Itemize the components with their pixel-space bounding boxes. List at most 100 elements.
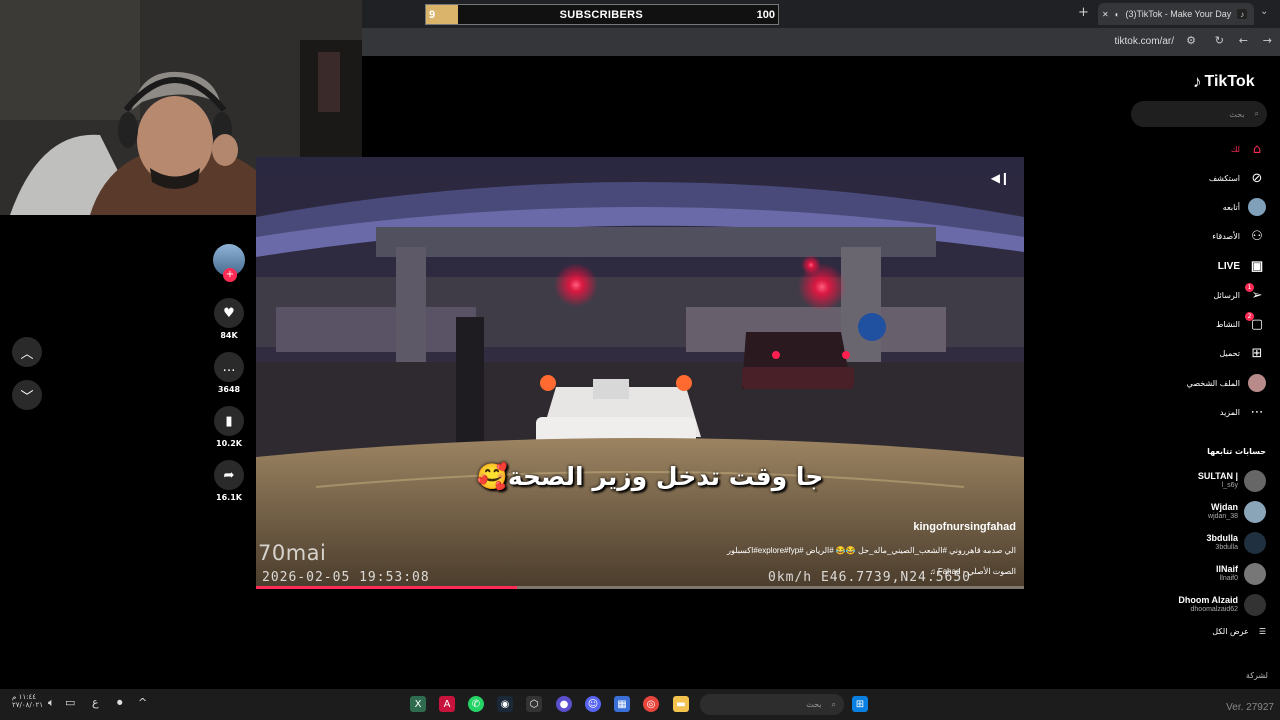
- app-a-icon[interactable]: A: [439, 696, 455, 712]
- next-video-button[interactable]: ﹀: [12, 380, 42, 410]
- tiktok-logo[interactable]: ♪ TikTok: [1193, 72, 1255, 92]
- reload-icon[interactable]: ↻: [1215, 34, 1224, 47]
- address-bar[interactable]: tiktok.com/ar/ ⚙ ↻ ← →: [362, 28, 1280, 56]
- chevron-up-icon: ︿: [20, 346, 34, 362]
- search-input[interactable]: بحث ⌕: [1131, 101, 1267, 127]
- account-handle: l_s6y: [1221, 482, 1238, 490]
- forward-icon[interactable]: →: [1263, 34, 1272, 47]
- see-all-button[interactable]: عرض الكل ☰: [1212, 627, 1266, 636]
- subscriber-goal-bar: 9 SUBSCRIBERS 100: [425, 4, 779, 25]
- tiktok-note-icon: ♪: [1193, 72, 1202, 91]
- company-link[interactable]: لشركة: [1246, 671, 1268, 680]
- following-section-title: حسابات تتابعها: [1207, 447, 1266, 456]
- share-count: 16.1K: [216, 493, 242, 502]
- sidebar-item-7[interactable]: تحميل ⊞: [1220, 343, 1267, 363]
- microphone-icon[interactable]: ⏺: [117, 696, 123, 710]
- taskbar-search-input[interactable]: بحث ⌕: [700, 694, 844, 715]
- following-account[interactable]: Dhoom Alzaid dhoomalzaid62: [1178, 592, 1266, 618]
- comment-count: 3648: [217, 385, 241, 394]
- account-display-name: 3bdulla: [1206, 533, 1238, 544]
- whatsapp-icon[interactable]: ✆: [468, 696, 484, 712]
- volume-tray-icon[interactable]: 🔈︎: [48, 696, 55, 710]
- sidebar-item-1[interactable]: استكشف ⊘: [1209, 168, 1266, 188]
- sidebar-item-0[interactable]: لك ⌂: [1231, 139, 1266, 159]
- sidebar-item-6[interactable]: النشاط ▢ 2: [1215, 312, 1266, 334]
- video-music[interactable]: ♫ Fahad - الصوت الأصلي: [930, 567, 1016, 576]
- sidebar-item-2[interactable]: أتابعه: [1223, 197, 1266, 217]
- account-display-name: SULTAN |: [1197, 471, 1238, 482]
- obs-icon[interactable]: ⬡: [526, 696, 542, 712]
- taskbar-clock[interactable]: ١١:٤٤ م ٢٧/٠٨/٠٢١: [12, 693, 43, 710]
- sidebar-item-9[interactable]: المزيد ⋯: [1220, 402, 1266, 422]
- follow-plus-icon[interactable]: +: [223, 268, 237, 282]
- volume-icon[interactable]: ◀❙: [991, 171, 1010, 185]
- like-count: 84K: [220, 331, 238, 340]
- live-icon: ▣: [1250, 258, 1264, 273]
- close-tab-icon[interactable]: ✕: [1102, 10, 1109, 19]
- back-icon[interactable]: ←: [1239, 34, 1248, 47]
- following-account[interactable]: Wjdan wjdan_38: [1208, 499, 1266, 525]
- language-indicator[interactable]: ع: [92, 696, 99, 709]
- sidebar-item-8[interactable]: الملف الشخصي: [1187, 373, 1266, 393]
- notification-badge: 2: [1245, 312, 1254, 321]
- share-icon: ➦: [223, 467, 235, 483]
- save-button[interactable]: ▮: [214, 406, 244, 436]
- account-display-name: Wjdan: [1211, 502, 1238, 513]
- sidebar-item-label: لك: [1230, 144, 1240, 154]
- previous-video-button[interactable]: ︿: [12, 337, 42, 367]
- store-icon[interactable]: ▦: [614, 696, 630, 712]
- chrome-icon[interactable]: ◎: [643, 696, 659, 712]
- clock-date: ٢٧/٠٨/٠٢١: [12, 701, 44, 710]
- taskbar-search-icon: ⌕: [831, 699, 836, 709]
- steam-icon[interactable]: ◉: [497, 696, 513, 712]
- comment-button[interactable]: …: [214, 352, 244, 382]
- site-settings-icon[interactable]: ⚙: [1186, 34, 1196, 47]
- dashcam-brand: 70mai: [258, 541, 327, 565]
- account-handle: llnaif0: [1219, 575, 1238, 583]
- avatar: [1244, 470, 1266, 492]
- sidebar-item-label: النشاط: [1215, 319, 1240, 329]
- url-text[interactable]: tiktok.com/ar/: [1115, 36, 1174, 47]
- excel-icon[interactable]: X: [410, 696, 426, 712]
- heart-icon: ♥: [223, 305, 235, 321]
- tray-expand-icon[interactable]: ^: [138, 696, 147, 709]
- app-chat-icon[interactable]: ●: [556, 696, 572, 712]
- video-player[interactable]: ◀❙ جا وقت تدخل وزير الصحة🥰 70mai 2026-02…: [256, 157, 1024, 589]
- creator-avatar[interactable]: +: [213, 244, 245, 282]
- browser-tab[interactable]: ✕ ◐ (3)TikTok - Make Your Day ♪: [1098, 3, 1254, 25]
- notification-badge: 1: [1245, 283, 1254, 292]
- like-button[interactable]: ♥: [214, 298, 244, 328]
- video-username[interactable]: kingofnursingfahad: [913, 521, 1016, 533]
- sidebar-item-5[interactable]: الرسائل ➢ 1: [1213, 283, 1267, 305]
- following-account[interactable]: SULTAN | l_s6y: [1198, 468, 1266, 494]
- video-description: الي صدمه قاهرروني #الشعب_الصيني_ماله_حل …: [727, 546, 1016, 555]
- avatar: [1244, 563, 1266, 585]
- windows-start-icon[interactable]: ⊞: [852, 696, 868, 712]
- search-placeholder: بحث: [1229, 109, 1245, 119]
- upload-icon: ⊞: [1251, 345, 1263, 361]
- network-tray-icon[interactable]: ▭: [65, 696, 75, 709]
- sidebar-item-label: الرسائل: [1213, 290, 1241, 300]
- sidebar-item-label: الملف الشخصي: [1186, 378, 1240, 388]
- account-names: Wjdan wjdan_38: [1208, 502, 1238, 521]
- sidebar-item-3[interactable]: الأصدقاء ⚇: [1212, 226, 1266, 246]
- following-account[interactable]: llNaif llnaif0: [1216, 561, 1266, 587]
- following-account[interactable]: 3bdulla 3bdulla: [1206, 530, 1266, 556]
- folder-icon[interactable]: ▬: [673, 696, 689, 712]
- subscriber-label: SUBSCRIBERS: [559, 8, 643, 21]
- taskbar: ١١:٤٤ م ٢٧/٠٨/٠٢١ 🔈︎ ▭ ع ⏺ ^ X A ✆ ◉ ⬡ ●…: [0, 689, 1280, 720]
- account-handle: wjdan_38: [1208, 513, 1238, 521]
- discord-icon[interactable]: ☺: [585, 696, 601, 712]
- video-progress-bar[interactable]: [256, 586, 1024, 589]
- share-button[interactable]: ➦: [214, 460, 244, 490]
- friends-icon: ⚇: [1251, 228, 1263, 244]
- sidebar-item-4[interactable]: LIVE ▣: [1218, 256, 1266, 276]
- new-tab-button[interactable]: +: [1078, 5, 1089, 20]
- tab-title: (3)TikTok - Make Your Day: [1125, 9, 1232, 19]
- dashcam-timestamp: 2026-02-05 19:53:08: [262, 570, 430, 585]
- tiktok-favicon-icon: ♪: [1237, 9, 1248, 19]
- account-names: 3bdulla 3bdulla: [1206, 533, 1238, 552]
- search-icon[interactable]: ⌕: [1255, 109, 1259, 119]
- tab-sound-icon: ◐: [1114, 9, 1120, 19]
- tab-menu-icon[interactable]: ⌄: [1260, 6, 1268, 17]
